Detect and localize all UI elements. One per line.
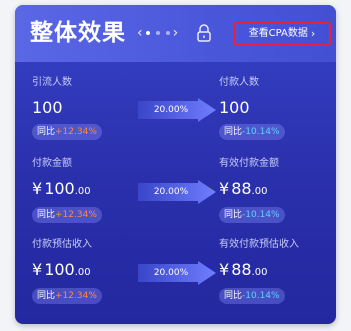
yoy-badge: 同比-10.14%	[219, 124, 285, 140]
metric-label: 付款预估收入	[32, 239, 92, 250]
conversion-arrow: 20.00%	[138, 261, 216, 285]
yoy-badge: 同比+12.34%	[32, 288, 102, 304]
view-cpa-data-link[interactable]: 查看CPA数据 ›	[233, 22, 331, 46]
conversion-rate: 20.00%	[153, 268, 189, 278]
metric-label: 有效付款金额	[219, 158, 279, 169]
metric-label: 引流人数	[32, 77, 72, 88]
metric-value: ¥88.00	[219, 179, 268, 198]
card-title: 整体效果	[30, 20, 126, 46]
metric-row-traffic: 引流人数 100 同比+12.34% 20.00% 付款人数 100 同比-10…	[15, 73, 336, 153]
conversion-rate: 20.00%	[153, 187, 189, 197]
conversion-rate: 20.00%	[153, 105, 189, 115]
carousel-pager[interactable]: ‹ ›	[137, 25, 178, 41]
lock-icon	[197, 24, 211, 42]
metric-row-estimated-income: 付款预估收入 ¥100.00 同比+12.34% 20.00% 有效付款预估收入…	[15, 237, 336, 317]
yoy-badge: 同比+12.34%	[32, 207, 102, 223]
chevron-left-icon[interactable]: ‹	[137, 25, 143, 41]
metric-label: 有效付款预估收入	[219, 239, 299, 250]
pager-dot[interactable]	[155, 31, 160, 35]
conversion-arrow: 20.00%	[138, 98, 216, 122]
yoy-badge: 同比-10.14%	[219, 207, 285, 223]
card-header: 整体效果 ‹ › 查看CPA数据 ›	[15, 5, 336, 62]
pager-dot[interactable]	[165, 31, 170, 35]
overall-effect-card: 整体效果 ‹ › 查看CPA数据 › 引流人数 100 同比+12.34% 20…	[15, 5, 336, 324]
metric-value: 100	[32, 98, 63, 117]
metric-value: ¥100.00	[32, 260, 91, 279]
cpa-link-label: 查看CPA数据	[248, 28, 308, 39]
metric-value: ¥88.00	[219, 260, 268, 279]
yoy-badge: 同比+12.34%	[32, 124, 102, 140]
metric-label: 付款人数	[219, 77, 259, 88]
conversion-arrow: 20.00%	[138, 180, 216, 204]
chevron-right-icon[interactable]: ›	[173, 25, 179, 41]
chevron-right-icon: ›	[310, 27, 316, 40]
yoy-badge: 同比-10.14%	[219, 288, 285, 304]
metric-row-payment-amount: 付款金额 ¥100.00 同比+12.34% 20.00% 有效付款金额 ¥88…	[15, 155, 336, 235]
metric-label: 付款金额	[32, 158, 72, 169]
pager-dot-active[interactable]	[145, 31, 150, 35]
metric-value: ¥100.00	[32, 179, 91, 198]
metric-value: 100	[219, 98, 250, 117]
